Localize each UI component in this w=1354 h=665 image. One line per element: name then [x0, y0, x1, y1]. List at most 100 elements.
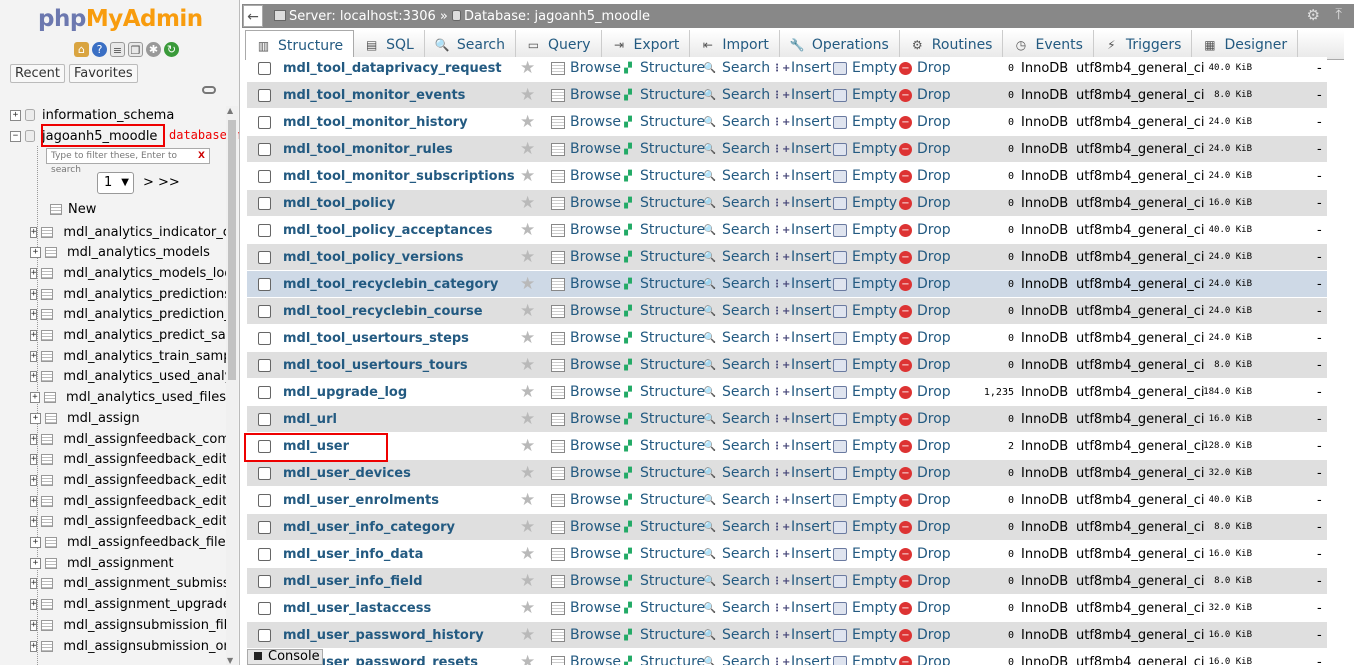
empty-action[interactable]: Empty: [833, 519, 897, 535]
row-checkbox[interactable]: [258, 601, 271, 615]
search-action[interactable]: 🔍 Search: [703, 222, 770, 238]
search-action[interactable]: 🔍 Search: [703, 627, 770, 643]
search-action[interactable]: 🔍 Search: [703, 330, 770, 346]
nav-table-name[interactable]: mdl_analytics_indicator_calc: [63, 225, 226, 240]
browse-action[interactable]: Browse: [551, 249, 621, 265]
insert-action[interactable]: ⋮+ Insert: [772, 330, 831, 346]
tab-structure[interactable]: ▥ Structure: [245, 30, 355, 60]
favorite-star-icon[interactable]: ★: [520, 541, 535, 568]
favorite-star-icon[interactable]: ★: [520, 649, 535, 665]
favorite-star-icon[interactable]: ★: [520, 244, 535, 271]
expand-icon[interactable]: +: [30, 557, 41, 569]
drop-action[interactable]: − Drop: [899, 60, 951, 76]
expand-icon[interactable]: +: [30, 412, 41, 424]
table-name-link[interactable]: mdl_tool_recyclebin_course: [283, 304, 483, 319]
nav-table-item[interactable]: + mdl_assignsubmission_onlinetext: [30, 636, 226, 656]
table-name-link[interactable]: mdl_tool_dataprivacy_request: [283, 61, 502, 76]
structure-action[interactable]: ▞ Structure: [621, 384, 705, 400]
empty-action[interactable]: Empty: [833, 627, 897, 643]
drop-action[interactable]: − Drop: [899, 384, 951, 400]
browse-action[interactable]: Browse: [551, 222, 621, 238]
empty-action[interactable]: Empty: [833, 465, 897, 481]
nav-table-item[interactable]: + mdl_assignfeedback_editpdf_queue: [30, 491, 226, 511]
row-checkbox[interactable]: [258, 250, 271, 264]
db-name[interactable]: information_schema: [42, 108, 174, 123]
page-select[interactable]: 1 ▼: [97, 172, 134, 194]
nav-table-name[interactable]: mdl_analytics_used_files: [66, 390, 226, 405]
expand-icon[interactable]: +: [30, 599, 38, 611]
expand-icon[interactable]: +: [30, 537, 41, 548]
structure-action[interactable]: ▞ Structure: [621, 573, 705, 589]
favorite-star-icon[interactable]: ★: [520, 595, 535, 622]
insert-action[interactable]: ⋮+ Insert: [772, 600, 831, 616]
drop-action[interactable]: − Drop: [899, 573, 951, 589]
structure-action[interactable]: ▞ Structure: [621, 357, 705, 373]
insert-action[interactable]: ⋮+ Insert: [772, 411, 831, 427]
expand-icon[interactable]: +: [30, 309, 38, 321]
breadcrumb-server[interactable]: Server: localhost:3306: [289, 9, 436, 24]
nav-table-name[interactable]: mdl_assign: [67, 411, 140, 426]
tab-sql[interactable]: ▤ SQL: [354, 30, 425, 60]
empty-action[interactable]: Empty: [833, 573, 897, 589]
drop-action[interactable]: − Drop: [899, 519, 951, 535]
favorite-star-icon[interactable]: ★: [520, 514, 535, 541]
nav-table-name[interactable]: mdl_analytics_used_analysables: [63, 369, 226, 384]
empty-action[interactable]: Empty: [833, 438, 897, 454]
search-action[interactable]: 🔍 Search: [703, 276, 770, 292]
drop-action[interactable]: − Drop: [899, 600, 951, 616]
insert-action[interactable]: ⋮+ Insert: [772, 249, 831, 265]
drop-action[interactable]: − Drop: [899, 330, 951, 346]
db-item-information-schema[interactable]: + information_schema: [10, 106, 174, 124]
table-row[interactable]: mdl_user_info_field ★ Browse ▞ Structure 🔍 Sea…: [247, 568, 1327, 595]
insert-action[interactable]: ⋮+ Insert: [772, 168, 831, 184]
structure-action[interactable]: ▞ Structure: [621, 654, 705, 665]
structure-action[interactable]: ▞ Structure: [621, 114, 705, 130]
settings-gear-icon[interactable]: ✱: [146, 42, 161, 57]
nav-table-item[interactable]: + mdl_assignfeedback_comments: [30, 429, 226, 449]
structure-action[interactable]: ▞ Structure: [621, 195, 705, 211]
table-name-link[interactable]: mdl_user_devices: [283, 466, 411, 481]
nav-table-name[interactable]: mdl_assignfeedback_editpdf_queue: [63, 494, 226, 509]
empty-action[interactable]: Empty: [833, 276, 897, 292]
drop-action[interactable]: − Drop: [899, 249, 951, 265]
drop-action[interactable]: − Drop: [899, 411, 951, 427]
row-checkbox[interactable]: [258, 61, 271, 75]
favorite-star-icon[interactable]: ★: [520, 82, 535, 109]
new-table-item[interactable]: New: [50, 202, 96, 217]
row-checkbox[interactable]: [258, 277, 271, 291]
drop-action[interactable]: − Drop: [899, 168, 951, 184]
search-action[interactable]: 🔍 Search: [703, 492, 770, 508]
row-checkbox[interactable]: [258, 223, 271, 237]
structure-action[interactable]: ▞ Structure: [621, 600, 705, 616]
collapse-nav-icon[interactable]: ←: [243, 5, 263, 27]
table-row[interactable]: mdl_user_info_category ★ Browse ▞ Structure 🔍…: [247, 514, 1327, 541]
search-action[interactable]: 🔍 Search: [703, 411, 770, 427]
nav-table-name[interactable]: mdl_analytics_models_log: [63, 266, 226, 281]
link-with-main-panel-icon[interactable]: [202, 86, 216, 94]
row-checkbox[interactable]: [258, 331, 271, 345]
insert-action[interactable]: ⋮+ Insert: [772, 573, 831, 589]
search-action[interactable]: 🔍 Search: [703, 141, 770, 157]
insert-action[interactable]: ⋮+ Insert: [772, 546, 831, 562]
expand-icon[interactable]: +: [30, 330, 38, 341]
empty-action[interactable]: Empty: [833, 600, 897, 616]
nav-table-name[interactable]: mdl_analytics_predict_samples: [63, 328, 226, 343]
search-action[interactable]: 🔍 Search: [703, 249, 770, 265]
favorite-star-icon[interactable]: ★: [520, 379, 535, 406]
structure-action[interactable]: ▞ Structure: [621, 438, 705, 454]
table-row[interactable]: mdl_tool_monitor_history ★ Browse ▞ Structur…: [247, 109, 1327, 136]
browse-action[interactable]: Browse: [551, 546, 621, 562]
favorites-tab[interactable]: Favorites: [68, 64, 138, 83]
table-name-link[interactable]: mdl_tool_recyclebin_category: [283, 277, 498, 292]
insert-action[interactable]: ⋮+ Insert: [772, 465, 831, 481]
empty-action[interactable]: Empty: [833, 492, 897, 508]
drop-action[interactable]: − Drop: [899, 276, 951, 292]
tab-export[interactable]: ⇥ Export: [602, 30, 691, 60]
row-checkbox[interactable]: [258, 88, 271, 102]
structure-action[interactable]: ▞ Structure: [621, 519, 705, 535]
nav-table-item[interactable]: + mdl_analytics_used_analysables: [30, 367, 226, 387]
nav-table-name[interactable]: mdl_analytics_train_samples: [63, 349, 226, 364]
row-checkbox[interactable]: [258, 304, 271, 318]
browse-action[interactable]: Browse: [551, 330, 621, 346]
row-checkbox[interactable]: [258, 385, 271, 399]
